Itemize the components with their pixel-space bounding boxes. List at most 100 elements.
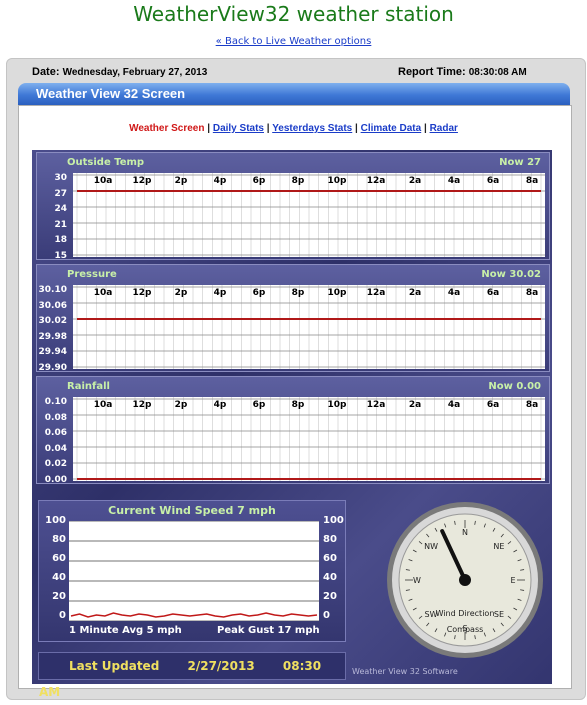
time-tick-label: 8p — [291, 176, 305, 186]
wind-speed-line — [70, 612, 318, 618]
wind-y-tick-label: 0 — [59, 610, 66, 621]
graph-current-value: Now 30.02 — [481, 269, 541, 280]
graph-plot-area: 10a 12p 2p 4p 6p 8p 10p 12a 2a 4a 6a 8a — [73, 397, 545, 481]
y-tick-label: 0.02 — [44, 459, 67, 469]
y-tick-label: 15 — [54, 250, 67, 261]
y-tick-label: 30.06 — [38, 300, 67, 311]
time-tick-label: 4a — [447, 176, 461, 186]
time-tick-label: 2p — [174, 400, 188, 410]
nav-separator: | — [207, 123, 211, 134]
time-tick-label: 8a — [525, 176, 539, 186]
nav-weather-screen[interactable]: Weather Screen — [129, 123, 204, 134]
wind-y-tick-label: 60 — [323, 553, 337, 564]
compass-direction-label: SE — [494, 610, 504, 619]
wind-y-tick-label: 40 — [323, 572, 337, 583]
time-tick-label: 12a — [366, 400, 386, 410]
compass-direction-label: W — [413, 576, 421, 585]
graph-current-value: Now 0.00 — [488, 381, 541, 392]
graph-plot-area: 10a 12p 2p 4p 6p 8p 10p 12a 2a 4a 6a 8a — [73, 285, 545, 369]
y-tick-label: 18 — [54, 235, 67, 245]
time-tick-label: 4a — [447, 400, 461, 410]
wind-direction-compass: NNEESESSWWNWWind DirectionCompass — [387, 502, 543, 658]
time-tick-label: 2a — [408, 288, 422, 298]
time-tick-label: 8p — [291, 288, 305, 298]
y-tick-label: 30.02 — [38, 316, 67, 326]
wind-peak-gust-label: Peak Gust 17 mph — [217, 625, 320, 636]
time-tick-label: 2a — [408, 400, 422, 410]
nav-separator: | — [355, 123, 358, 134]
wind-y-tick-label: 80 — [323, 534, 337, 545]
nav-daily-stats[interactable]: Daily Stats — [213, 123, 264, 134]
compass-direction-label: N — [462, 528, 468, 537]
graph-current-value: Now 27 — [499, 157, 541, 168]
time-tick-label: 8a — [525, 288, 539, 298]
nav-radar[interactable]: Radar — [430, 123, 458, 134]
y-tick-label: 27 — [54, 188, 67, 199]
y-tick-label: 29.94 — [38, 347, 67, 357]
time-value: 08:30:08 AM — [468, 67, 527, 78]
nav-yesterdays-stats[interactable]: Yesterdays Stats — [272, 123, 352, 134]
y-tick-label: 0.00 — [44, 474, 67, 485]
time-tick-label: 6a — [486, 176, 500, 186]
report-nav: Weather Screen | Daily Stats | Yesterday… — [0, 123, 587, 134]
last-updated-label: Last Updated — [69, 659, 160, 673]
compass-hub — [459, 574, 471, 586]
date-value: Wednesday, February 27, 2013 — [62, 67, 208, 78]
trend-graph: Rainfall Now 0.00 0.10 0.08 0.06 0.04 0.02 0.00… — [36, 376, 550, 485]
nav-separator: | — [266, 123, 270, 134]
compass-caption: Wind Direction — [436, 609, 495, 618]
last-updated-bar: Last Updated 2/27/2013 08:30 AM — [38, 652, 346, 699]
wind-speed-title: Current Wind Speed 7 mph — [108, 504, 276, 517]
graph-title: Pressure — [67, 269, 117, 280]
wind-y-tick-label: 20 — [52, 591, 66, 602]
time-tick-label: 6p — [252, 288, 266, 298]
wind-y-tick-label: 40 — [52, 572, 66, 583]
time-tick-label: 6a — [486, 288, 500, 298]
trend-graph: Pressure Now 30.02 30.10 30.06 30.02 29.98 29.… — [36, 264, 550, 373]
graph-title: Outside Temp — [67, 157, 145, 168]
time-tick-label: 6a — [486, 400, 500, 410]
compass-direction-label: NE — [493, 542, 504, 551]
nav-climate-data[interactable]: Climate Data — [361, 123, 422, 134]
page-title: WeatherView32 weather station — [133, 2, 454, 26]
y-tick-label: 30 — [54, 173, 67, 183]
graph-title: Rainfall — [67, 381, 110, 392]
y-tick-label: 21 — [54, 219, 67, 230]
wind-y-tick-label: 100 — [45, 515, 66, 526]
wind-y-tick-label: 0 — [323, 610, 330, 621]
date-label: Date: — [32, 66, 60, 78]
y-tick-label: 0.08 — [44, 412, 67, 423]
time-tick-label: 6p — [252, 400, 266, 410]
time-tick-label: 2p — [174, 176, 188, 186]
back-to-live-weather-link[interactable]: « Back to Live Weather options — [0, 36, 587, 47]
time-label: Report Time: — [398, 66, 466, 78]
compass-caption: Compass — [447, 625, 484, 634]
screen-title-bar: Weather View 32 Screen — [18, 83, 570, 105]
time-tick-label: 10a — [93, 288, 113, 298]
wind-y-tick-label: 60 — [52, 553, 66, 564]
software-credit: Weather View 32 Software — [352, 667, 458, 676]
time-tick-label: 4p — [213, 176, 227, 186]
y-tick-label: 0.06 — [44, 428, 67, 438]
time-tick-label: 8p — [291, 400, 305, 410]
time-tick-label: 10p — [327, 400, 347, 410]
time-tick-label: 10p — [327, 288, 347, 298]
wind-speed-panel: Current Wind Speed 7 mph 100 80 60 40 20 0 10… — [38, 500, 346, 642]
time-tick-label: 10a — [93, 400, 113, 410]
time-tick-label: 8a — [525, 400, 539, 410]
time-tick-label: 12p — [132, 400, 152, 410]
time-tick-label: 2p — [174, 288, 188, 298]
wind-average-label: 1 Minute Avg 5 mph — [69, 625, 182, 636]
report-time: Report Time: 08:30:08 AM — [398, 66, 527, 78]
y-tick-label: 24 — [54, 204, 67, 214]
time-tick-label: 10a — [93, 176, 113, 186]
y-tick-label: 0.10 — [44, 397, 67, 407]
y-tick-label: 29.98 — [38, 331, 67, 342]
wind-y-tick-label: 80 — [52, 534, 66, 545]
wind-y-tick-label: 100 — [323, 515, 344, 526]
y-tick-label: 30.10 — [38, 285, 67, 295]
time-tick-label: 10p — [327, 176, 347, 186]
last-updated-date: 2/27/2013 — [187, 659, 255, 673]
time-tick-label: 12a — [366, 288, 386, 298]
time-tick-label: 4a — [447, 288, 461, 298]
